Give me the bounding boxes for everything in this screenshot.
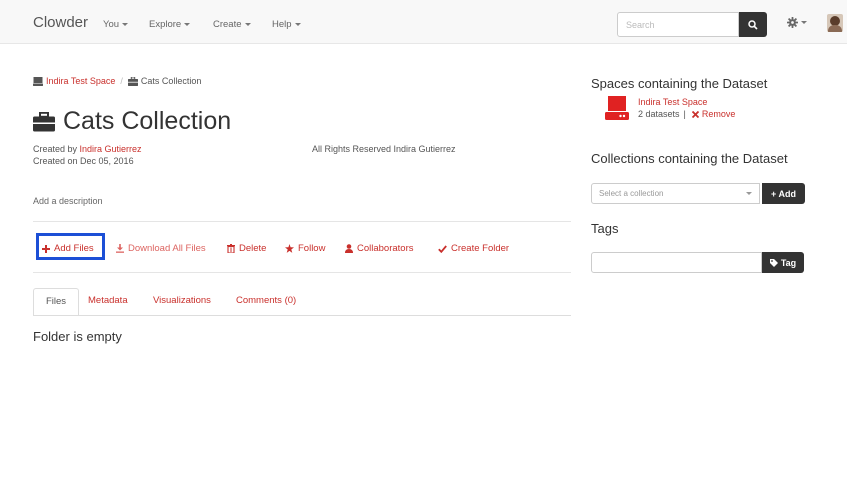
user-avatar[interactable]: [827, 14, 843, 32]
tab-files[interactable]: Files: [33, 288, 80, 316]
license-text: All Rights Reserved Indira Gutierrez: [312, 144, 456, 154]
add-collection-button[interactable]: + Add: [762, 183, 805, 204]
nav-menu-create-label: Create: [213, 19, 242, 30]
chevron-down-icon: [122, 22, 129, 26]
add-tag-label: Tag: [780, 257, 797, 268]
creator-link[interactable]: Indira Gutierrez: [80, 144, 142, 154]
space-meta-separator: |: [683, 109, 686, 119]
empty-folder-message: Folder is empty: [33, 329, 122, 344]
space-link[interactable]: Indira Test Space: [638, 97, 707, 107]
tags-heading: Tags: [591, 221, 619, 236]
search-icon: [748, 19, 758, 30]
delete-button[interactable]: Delete: [227, 243, 266, 254]
download-all-label: Download All Files: [128, 243, 206, 254]
top-navbar: Clowder You Explore Create Help: [0, 0, 847, 44]
check-icon: [438, 244, 447, 253]
gear-icon: [787, 17, 798, 28]
brand-logo[interactable]: Clowder: [33, 14, 88, 31]
add-tag-button[interactable]: Tag: [762, 252, 804, 273]
tab-visualizations[interactable]: Visualizations: [153, 288, 211, 316]
nav-menu-create[interactable]: Create: [213, 19, 251, 30]
settings-menu[interactable]: [787, 17, 807, 28]
tab-metadata[interactable]: Metadata: [88, 288, 128, 316]
space-dataset-count: 2 datasets: [638, 109, 680, 119]
nav-menu-explore-label: Explore: [149, 19, 182, 30]
delete-label: Delete: [239, 243, 267, 254]
chevron-down-icon: [746, 192, 752, 195]
search-input[interactable]: [617, 12, 739, 37]
star-icon: [285, 244, 294, 253]
breadcrumb-current: Cats Collection: [127, 76, 202, 86]
collection-select-placeholder: Select a collection: [599, 189, 664, 198]
create-folder-button[interactable]: Create Folder: [438, 243, 509, 254]
follow-label: Follow: [298, 243, 326, 254]
breadcrumb-current-label: Cats Collection: [140, 76, 202, 86]
collections-heading: Collections containing the Dataset: [591, 151, 788, 166]
nav-menu-you-label: You: [103, 19, 120, 30]
collection-select[interactable]: Select a collection: [591, 183, 760, 204]
plus-icon: [42, 244, 50, 253]
nav-menu-explore[interactable]: Explore: [149, 19, 191, 30]
page-title: Cats Collection: [33, 107, 231, 136]
nav-menu-help[interactable]: Help: [272, 19, 301, 30]
briefcase-icon: [33, 111, 55, 131]
chevron-down-icon: [184, 22, 191, 26]
divider: [33, 221, 571, 222]
breadcrumb: Indira Test Space / Cats Collection: [33, 76, 201, 86]
space-meta: 2 datasets | Remove: [638, 109, 735, 119]
spaces-heading: Spaces containing the Dataset: [591, 76, 768, 91]
user-icon: [345, 244, 353, 253]
divider: [33, 272, 571, 273]
chevron-down-icon: [294, 22, 301, 26]
briefcase-icon: [127, 76, 138, 86]
tag-icon: [769, 258, 778, 267]
chevron-down-icon: [801, 21, 807, 24]
create-folder-label: Create Folder: [451, 243, 510, 254]
download-icon: [116, 244, 124, 253]
chevron-down-icon: [244, 22, 251, 26]
created-by-prefix: Created by: [33, 144, 80, 154]
add-files-label: Add Files: [54, 243, 94, 254]
hard-drive-icon: [605, 96, 629, 120]
collaborators-label: Collaborators: [357, 243, 414, 254]
close-icon: [691, 110, 699, 118]
tab-comments[interactable]: Comments (0): [236, 288, 296, 316]
remove-space-label: Remove: [701, 109, 736, 119]
remove-space-button[interactable]: Remove: [691, 109, 736, 119]
created-by: Created by Indira Gutierrez: [33, 144, 142, 154]
collaborators-button[interactable]: Collaborators: [345, 243, 414, 254]
download-all-files-button[interactable]: Download All Files: [116, 243, 206, 254]
breadcrumb-separator: /: [120, 76, 123, 86]
created-on: Created on Dec 05, 2016: [33, 156, 134, 166]
nav-menu-help-label: Help: [272, 19, 292, 30]
tab-divider: [33, 315, 571, 316]
add-description-link[interactable]: Add a description: [33, 196, 103, 206]
tag-input[interactable]: [591, 252, 762, 273]
hard-drive-icon: [33, 76, 43, 86]
add-files-button[interactable]: Add Files: [42, 243, 94, 254]
collection-title: Cats Collection: [63, 107, 232, 135]
nav-menu-you[interactable]: You: [103, 19, 129, 30]
search-button[interactable]: [739, 12, 767, 37]
trash-icon: [227, 244, 235, 253]
follow-button[interactable]: Follow: [285, 243, 325, 254]
breadcrumb-space-link[interactable]: Indira Test Space: [46, 76, 115, 86]
